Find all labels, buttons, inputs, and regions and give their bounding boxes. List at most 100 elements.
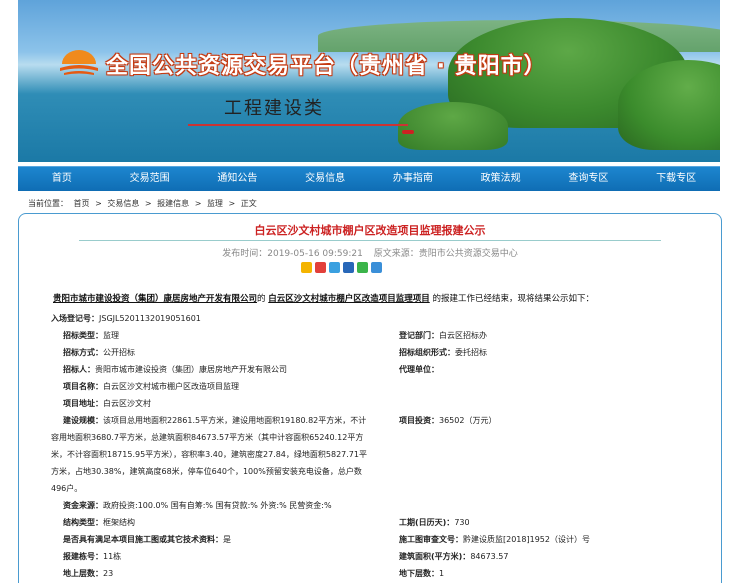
breadcrumb-home[interactable]: 首页 bbox=[74, 199, 90, 208]
tenderer-row: 招标人：贵阳市城市建设投资（集团）康居房地产开发有限公司 bbox=[63, 361, 287, 378]
weibo-icon[interactable] bbox=[315, 262, 326, 273]
nav-download[interactable]: 下载专区 bbox=[632, 167, 720, 191]
breadcrumb-sep: > bbox=[194, 199, 202, 208]
review-row: 施工图审查文号：黔建设质监[2018]1952（设计）号 bbox=[399, 531, 590, 548]
renren-icon[interactable] bbox=[343, 262, 354, 273]
buildings-row: 报建栋号：11栋 bbox=[63, 548, 121, 565]
floors-down-row: 地下层数：1 bbox=[399, 565, 444, 582]
scale-row: 建设规模：该项目总用地面积22861.5平方米，建设用地面积19180.82平方… bbox=[51, 412, 373, 497]
banner-boat bbox=[402, 130, 414, 134]
reg-dept-value: 白云区招标办 bbox=[439, 331, 487, 340]
org-form-value: 委托招标 bbox=[455, 348, 487, 357]
project-name-value: 白云区沙文村城市棚户区改造项目监理 bbox=[103, 382, 239, 391]
breadcrumb-trade-info[interactable]: 交易信息 bbox=[107, 199, 139, 208]
floors-up-row: 地上层数：23 bbox=[63, 565, 113, 582]
tenderer-label: 招标人： bbox=[63, 365, 95, 374]
investment-row: 项目投资：36502（万元） bbox=[399, 412, 496, 429]
intro-paragraph: 贵阳市城市建设投资（集团）康居房地产开发有限公司的 白云区沙文村城市棚户区改造项… bbox=[53, 292, 594, 304]
agent-row: 代理单位： bbox=[399, 361, 439, 378]
nav-query[interactable]: 查询专区 bbox=[545, 167, 633, 191]
structure-label: 结构类型： bbox=[63, 518, 103, 527]
more-icon[interactable] bbox=[371, 262, 382, 273]
bid-method-label: 招标方式： bbox=[63, 348, 103, 357]
breadcrumb-sep: > bbox=[228, 199, 236, 208]
buildings-value: 11栋 bbox=[103, 552, 122, 561]
floors-up-value: 23 bbox=[103, 569, 114, 578]
structure-row: 结构类型：框架结构 bbox=[63, 514, 135, 531]
platform-logo-icon bbox=[60, 50, 98, 75]
wechat-icon[interactable] bbox=[357, 262, 368, 273]
agent-label: 代理单位： bbox=[399, 365, 439, 374]
org-form-label: 招标组织形式： bbox=[399, 348, 455, 357]
article-title: 白云区沙文村城市棚户区改造项目监理报建公示 bbox=[254, 224, 486, 237]
breadcrumb-sep: > bbox=[144, 199, 152, 208]
duration-row: 工期(日历天)：730 bbox=[399, 514, 470, 531]
nav-policy[interactable]: 政策法规 bbox=[457, 167, 545, 191]
banner-island bbox=[398, 102, 508, 150]
qzone-icon[interactable] bbox=[301, 262, 312, 273]
area-value: 84673.57 bbox=[470, 552, 509, 561]
floors-down-value: 1 bbox=[439, 569, 445, 578]
area-row: 建筑面积(平方米)：84673.57 bbox=[399, 548, 508, 565]
banner-title: 全国公共资源交易平台（贵州省 · 贵阳市） bbox=[106, 54, 547, 79]
header-banner: 全国公共资源交易平台（贵州省 · 贵阳市） 工程建设类 bbox=[18, 0, 720, 162]
review-value: 黔建设质监[2018]1952（设计）号 bbox=[463, 535, 590, 544]
reg-dept-label: 登记部门： bbox=[399, 331, 439, 340]
publish-time: 发布时间：2019-05-16 09:59:21 bbox=[222, 249, 363, 259]
breadcrumb-supervision[interactable]: 监理 bbox=[207, 199, 223, 208]
bid-method-row: 招标方式：公开招标 bbox=[63, 344, 135, 361]
banner-subtitle: 工程建设类 bbox=[224, 98, 324, 119]
article-meta: 发布时间：2019-05-16 09:59:21 原文来源：贵阳市公共资源交易中… bbox=[19, 246, 721, 259]
bid-method-value: 公开招标 bbox=[103, 348, 135, 357]
nav-trade-info[interactable]: 交易信息 bbox=[281, 167, 369, 191]
breadcrumb-current: 正文 bbox=[240, 199, 257, 208]
nav-scope[interactable]: 交易范围 bbox=[106, 167, 194, 191]
share-bar bbox=[301, 262, 382, 273]
duration-label: 工期(日历天)： bbox=[399, 518, 455, 527]
bid-type-row: 招标类型：监理 bbox=[63, 327, 119, 344]
investment-label: 项目投资： bbox=[399, 416, 439, 425]
duration-value: 730 bbox=[454, 518, 470, 527]
project-addr-label: 项目地址： bbox=[63, 399, 103, 408]
entry-no-label: 入场登记号： bbox=[51, 314, 99, 323]
breadcrumb-label: 当前位置： bbox=[28, 199, 68, 208]
reg-dept-row: 登记部门：白云区招标办 bbox=[399, 327, 487, 344]
entry-no-value: JSGJL5201132019051601 bbox=[99, 314, 201, 323]
tencent-weibo-icon[interactable] bbox=[329, 262, 340, 273]
project-name-label: 项目名称： bbox=[63, 382, 103, 391]
breadcrumb-sep: > bbox=[95, 199, 102, 208]
intro-tail: 的报建工作已经结束，现将结果公示如下： bbox=[432, 294, 594, 304]
project-addr-row: 项目地址：白云区沙文村 bbox=[63, 395, 151, 412]
nav-notices[interactable]: 通知公告 bbox=[194, 167, 282, 191]
intro-de: 的 bbox=[257, 294, 266, 304]
nav-home[interactable]: 首页 bbox=[18, 167, 106, 191]
funding-label: 资金来源： bbox=[63, 501, 103, 510]
floors-down-label: 地下层数： bbox=[399, 569, 439, 578]
scale-value: 该项目总用地面积22861.5平方米，建设用地面积19180.82平方米，不计容… bbox=[51, 416, 367, 493]
intro-org: 贵阳市城市建设投资（集团）康居房地产开发有限公司 bbox=[53, 294, 258, 304]
project-name-row: 项目名称：白云区沙文村城市棚户区改造项目监理 bbox=[63, 378, 239, 395]
page: 全国公共资源交易平台（贵州省 · 贵阳市） 工程建设类 首页 交易范围 通知公告… bbox=[0, 0, 740, 583]
main-nav: 首页 交易范围 通知公告 交易信息 办事指南 政策法规 查询专区 下载专区 bbox=[18, 166, 720, 191]
title-divider bbox=[79, 240, 661, 241]
bid-type-label: 招标类型： bbox=[63, 331, 103, 340]
breadcrumb: 当前位置： 首页 > 交易信息 > 报建信息 > 监理 > 正文 bbox=[28, 198, 260, 209]
funding-value: 政府投资:100.0% 国有自筹:% 国有贷款:% 外资:% 民营资金:% bbox=[103, 501, 332, 510]
meets-value: 是 bbox=[223, 535, 231, 544]
area-label: 建筑面积(平方米)： bbox=[399, 552, 471, 561]
structure-value: 框架结构 bbox=[103, 518, 135, 527]
investment-value: 36502（万元） bbox=[439, 416, 497, 425]
bid-type-value: 监理 bbox=[103, 331, 119, 340]
breadcrumb-bid-info[interactable]: 报建信息 bbox=[157, 199, 189, 208]
nav-guide[interactable]: 办事指南 bbox=[369, 167, 457, 191]
entry-no-row: 入场登记号：JSGJL5201132019051601 bbox=[51, 310, 201, 327]
floors-up-label: 地上层数： bbox=[63, 569, 103, 578]
article-panel: 白云区沙文村城市棚户区改造项目监理报建公示 发布时间：2019-05-16 09… bbox=[18, 213, 722, 583]
tenderer-value: 贵阳市城市建设投资（集团）康居房地产开发有限公司 bbox=[95, 365, 287, 374]
source: 原文来源：贵阳市公共资源交易中心 bbox=[373, 249, 518, 259]
meets-label: 是否具有满足本项目施工图或其它技术资料： bbox=[63, 535, 223, 544]
project-addr-value: 白云区沙文村 bbox=[103, 399, 151, 408]
meets-row: 是否具有满足本项目施工图或其它技术资料：是 bbox=[63, 531, 231, 548]
org-form-row: 招标组织形式：委托招标 bbox=[399, 344, 487, 361]
funding-row: 资金来源：政府投资:100.0% 国有自筹:% 国有贷款:% 外资:% 民营资金… bbox=[63, 497, 332, 514]
